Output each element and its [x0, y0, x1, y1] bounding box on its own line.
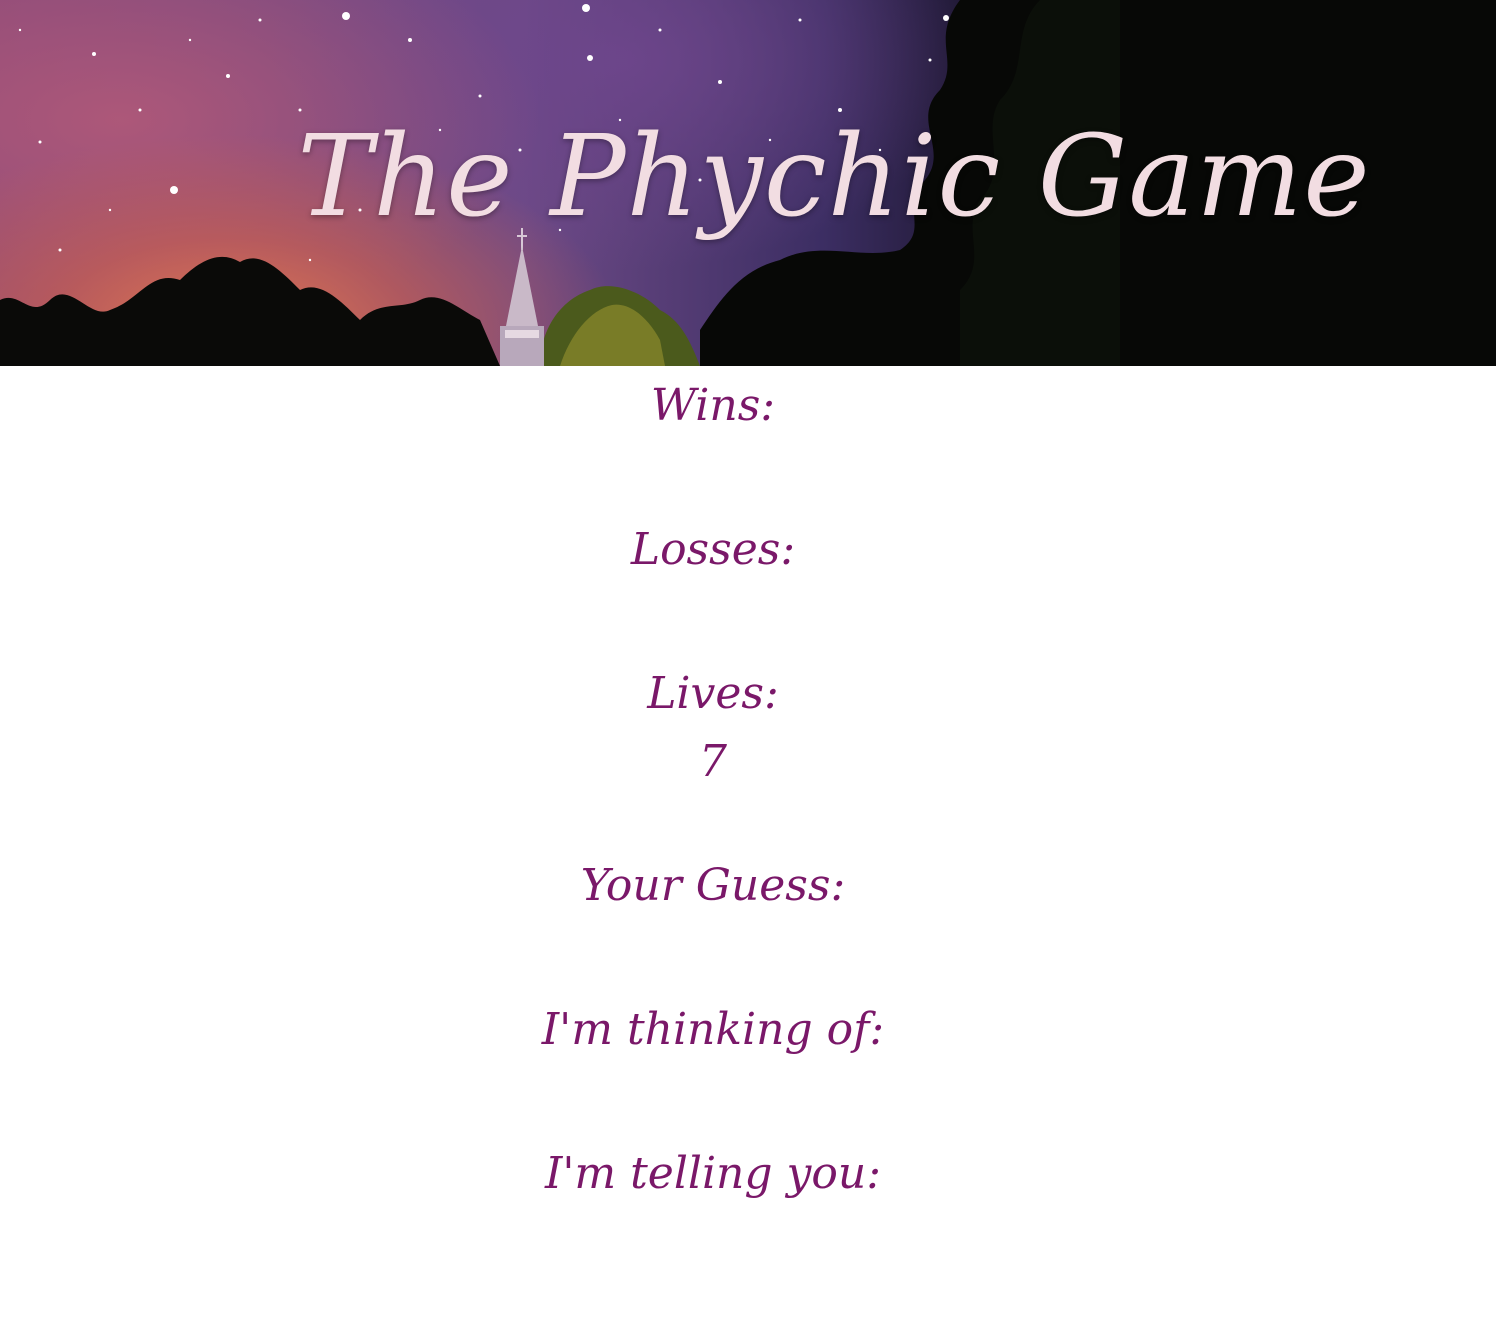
lives-stat: Lives: 7	[0, 654, 1426, 846]
losses-value	[0, 590, 1426, 646]
thinking-value	[0, 1070, 1426, 1126]
lives-label: Lives:	[647, 668, 779, 719]
guess-stat: Your Guess:	[0, 846, 1426, 990]
guess-label: Your Guess:	[580, 860, 846, 911]
telling-label: I'm telling you:	[544, 1148, 882, 1199]
losses-stat: Losses:	[0, 510, 1426, 654]
thinking-stat: I'm thinking of:	[0, 990, 1426, 1134]
telling-value	[0, 1214, 1426, 1270]
telling-stat: I'm telling you:	[0, 1134, 1426, 1278]
guess-value	[0, 926, 1426, 982]
wins-value	[0, 446, 1426, 502]
lives-value: 7	[699, 736, 727, 787]
wins-stat: Wins:	[0, 366, 1426, 510]
wins-label: Wins:	[650, 380, 776, 431]
losses-label: Losses:	[630, 524, 796, 575]
game-title: The Phychic Game	[297, 112, 1371, 242]
hero-banner: The Phychic Game	[0, 0, 1496, 366]
thinking-label: I'm thinking of:	[541, 1004, 885, 1055]
scoreboard: Wins: Losses: Lives: 7 Your Guess: I'm t…	[0, 366, 1426, 1278]
